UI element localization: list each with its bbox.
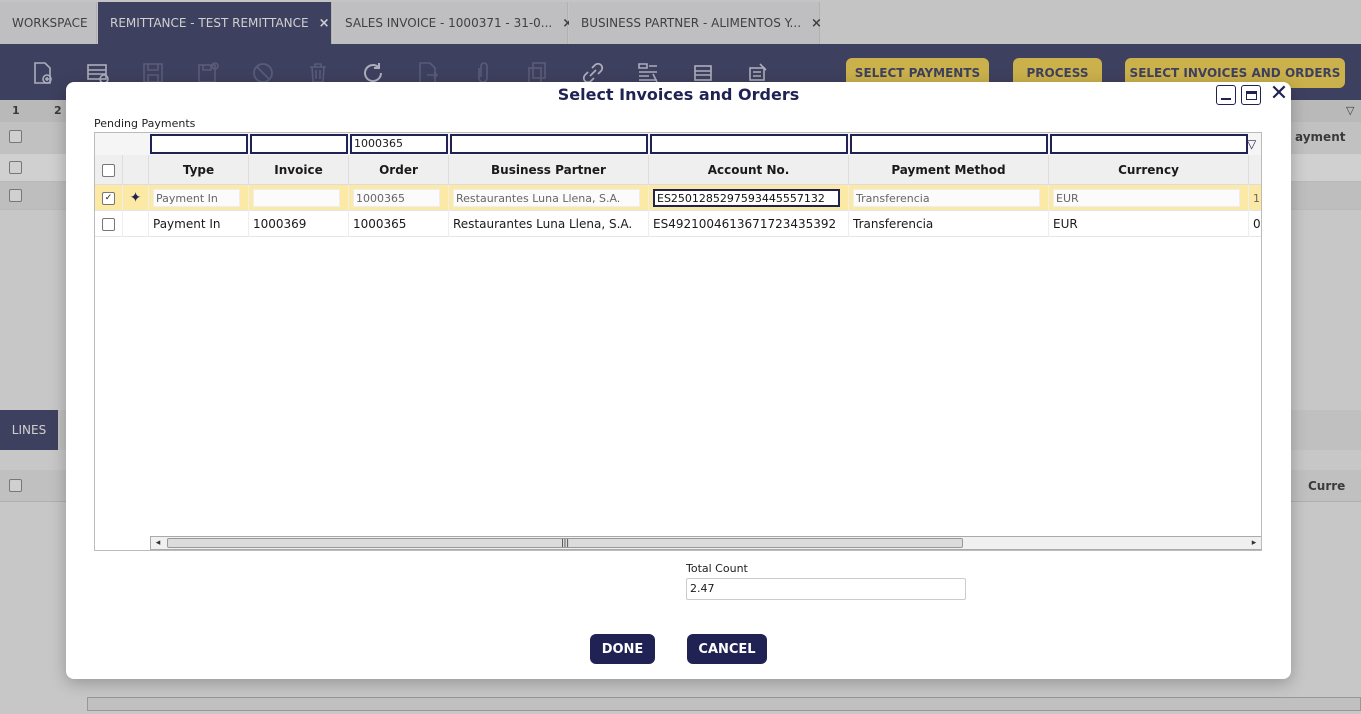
filter-icon[interactable]: ▽ bbox=[1247, 137, 1256, 151]
payment-method-cell[interactable]: Transferencia bbox=[849, 211, 1049, 237]
pin-cell[interactable]: ✦ bbox=[123, 185, 149, 211]
column-header-invoice[interactable]: Invoice bbox=[249, 155, 349, 185]
type-field[interactable]: Payment In bbox=[153, 189, 240, 207]
close-icon[interactable]: ✕ bbox=[1268, 83, 1290, 105]
column-header-type[interactable]: Type bbox=[149, 155, 249, 185]
filter-payment-method[interactable] bbox=[850, 134, 1048, 154]
column-header-order[interactable]: Order bbox=[349, 155, 449, 185]
minimize-icon[interactable] bbox=[1216, 85, 1236, 105]
pending-payments-grid: 1000365 ▽ Type Invoice Order Business Pa… bbox=[94, 132, 1262, 551]
filter-currency[interactable] bbox=[1050, 134, 1248, 154]
business-partner-field[interactable]: Restaurantes Luna Llena, S.A. bbox=[453, 189, 640, 207]
column-header-currency[interactable]: Currency bbox=[1049, 155, 1249, 185]
maximize-icon[interactable] bbox=[1241, 85, 1261, 105]
done-button[interactable]: DONE bbox=[590, 634, 655, 664]
column-header-account[interactable]: Account No. bbox=[649, 155, 849, 185]
row-checkbox[interactable] bbox=[102, 217, 115, 231]
grid-header: Type Invoice Order Business Partner Acco… bbox=[95, 155, 1261, 185]
filter-account[interactable] bbox=[650, 134, 848, 154]
payment-method-field[interactable]: Transferencia bbox=[853, 189, 1040, 207]
filter-row: 1000365 ▽ bbox=[95, 133, 1261, 155]
extra-cell: 1 bbox=[1253, 191, 1260, 205]
select-all-checkbox[interactable] bbox=[102, 163, 115, 177]
select-invoices-dialog: Select Invoices and Orders ✕ Pending Pay… bbox=[66, 82, 1291, 679]
payment-method-cell[interactable]: Transferencia bbox=[849, 185, 1049, 211]
total-count-field[interactable]: 2.47 bbox=[686, 578, 966, 600]
horizontal-scrollbar[interactable]: ◂ ||| ▸ bbox=[150, 536, 1261, 550]
filter-order[interactable]: 1000365 bbox=[350, 134, 448, 154]
currency-field[interactable]: EUR bbox=[1053, 189, 1240, 207]
filter-type[interactable] bbox=[150, 134, 248, 154]
filter-business-partner[interactable] bbox=[450, 134, 648, 154]
type-cell[interactable]: Payment In bbox=[149, 211, 249, 237]
scrollbar-thumb[interactable]: ||| bbox=[167, 538, 963, 548]
currency-cell[interactable]: EUR bbox=[1049, 185, 1249, 211]
account-cell[interactable]: ES2501285297593445557132 bbox=[649, 185, 849, 211]
select-all-cell[interactable] bbox=[95, 155, 123, 185]
pending-payments-label: Pending Payments bbox=[94, 117, 196, 130]
scroll-left-icon[interactable]: ◂ bbox=[151, 537, 165, 549]
cancel-button[interactable]: CANCEL bbox=[687, 634, 767, 664]
order-field[interactable]: 1000365 bbox=[353, 189, 440, 207]
type-cell[interactable]: Payment In bbox=[149, 185, 249, 211]
table-row[interactable]: ✓ ✦ Payment In 1000365 Restaurantes Luna… bbox=[95, 185, 1261, 211]
column-header-payment-method[interactable]: Payment Method bbox=[849, 155, 1049, 185]
order-cell[interactable]: 1000365 bbox=[349, 211, 449, 237]
row-select-cell[interactable] bbox=[95, 211, 123, 237]
order-cell[interactable]: 1000365 bbox=[349, 185, 449, 211]
currency-cell[interactable]: EUR bbox=[1049, 211, 1249, 237]
pin-icon[interactable]: ✦ bbox=[130, 190, 142, 206]
row-checkbox[interactable]: ✓ bbox=[102, 191, 115, 205]
business-partner-cell[interactable]: Restaurantes Luna Llena, S.A. bbox=[449, 185, 649, 211]
invoice-cell[interactable] bbox=[249, 185, 349, 211]
invoice-cell[interactable]: 1000369 bbox=[249, 211, 349, 237]
invoice-field[interactable] bbox=[253, 189, 340, 207]
pin-cell bbox=[123, 211, 149, 237]
column-header-business-partner[interactable]: Business Partner bbox=[449, 155, 649, 185]
business-partner-cell[interactable]: Restaurantes Luna Llena, S.A. bbox=[449, 211, 649, 237]
row-select-cell[interactable]: ✓ bbox=[95, 185, 123, 211]
pin-column-header bbox=[123, 155, 149, 185]
account-cell[interactable]: ES4921004613671723435392 bbox=[649, 211, 849, 237]
scroll-right-icon[interactable]: ▸ bbox=[1247, 537, 1261, 549]
extra-cell: 0 bbox=[1253, 217, 1261, 231]
account-field[interactable]: ES2501285297593445557132 bbox=[653, 189, 840, 207]
total-count-label: Total Count bbox=[686, 562, 748, 575]
table-row[interactable]: Payment In 1000369 1000365 Restaurantes … bbox=[95, 211, 1261, 237]
dialog-title: Select Invoices and Orders bbox=[557, 85, 800, 104]
filter-invoice[interactable] bbox=[250, 134, 348, 154]
